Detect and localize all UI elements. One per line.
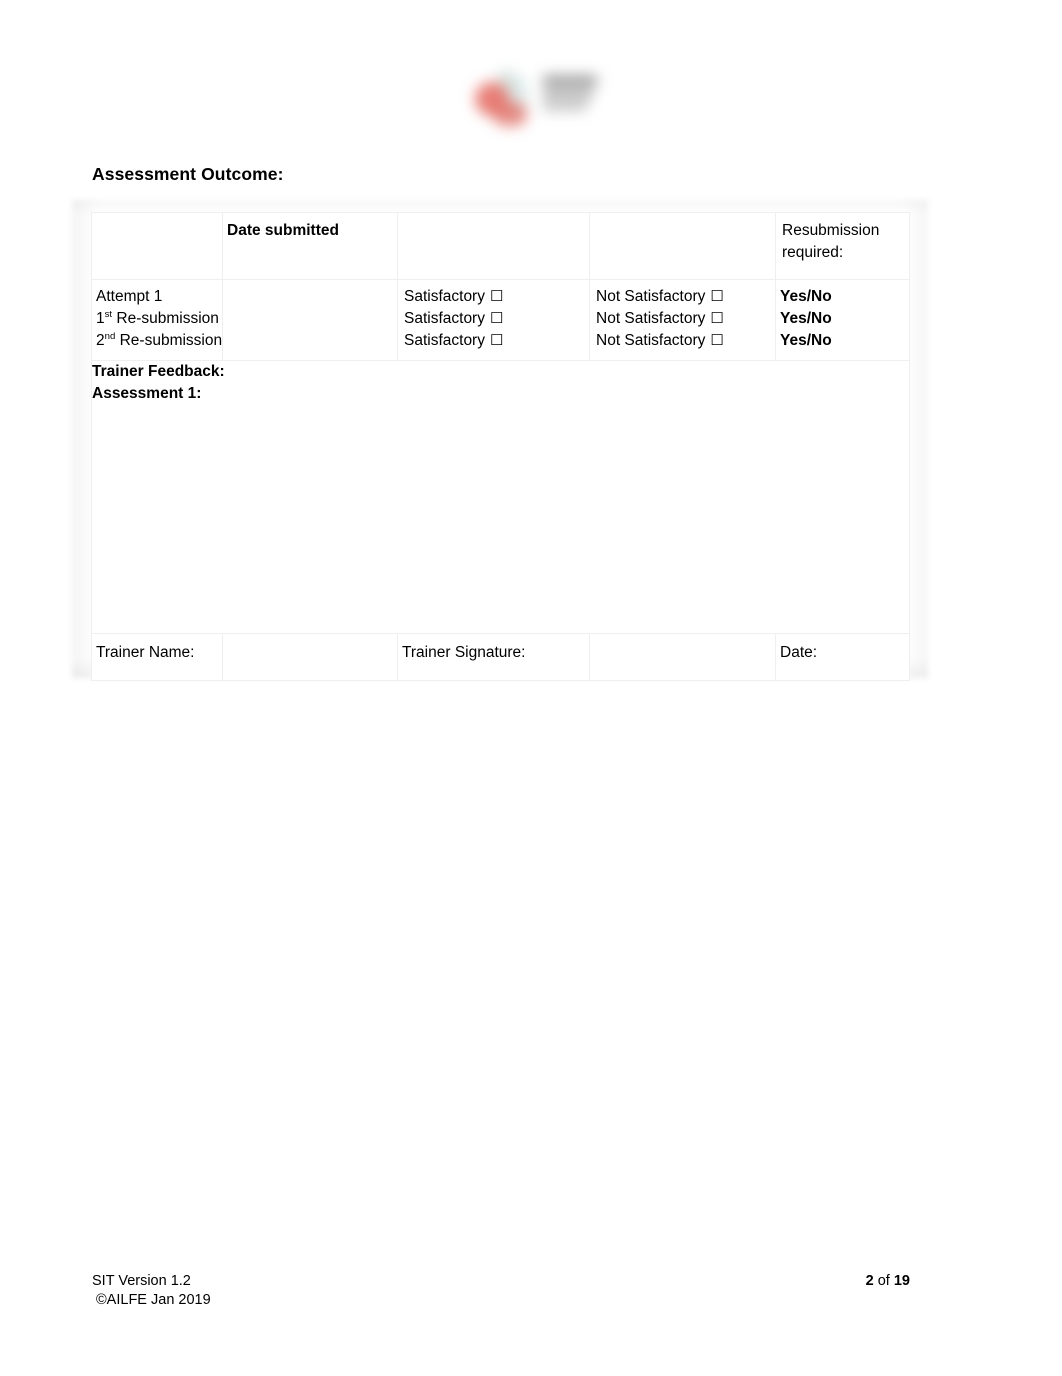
logo-blur-layer [455, 52, 615, 148]
cell-trainer-signature-value[interactable] [589, 633, 776, 681]
attempt-2-rest: Re-submission [112, 310, 219, 327]
cell-date-submitted-values[interactable] [222, 279, 398, 361]
satisfactory-label-1: Satisfactory [404, 288, 485, 305]
assessment-outcome-table: Date submitted Resubmission required: At… [91, 212, 910, 681]
page-title: Assessment Outcome: [92, 164, 284, 184]
satisfactory-option-1[interactable]: Satisfactory ☐ [404, 286, 585, 308]
header-cell-satisfactory [397, 212, 590, 280]
attempt-3-ordinal: 2 [96, 332, 105, 349]
cell-attempt-labels: Attempt 1 1st Re-submission 2nd Re-submi… [91, 279, 223, 361]
cell-trainer-name-label: Trainer Name: [91, 633, 223, 681]
satisfactory-checkbox-2[interactable]: ☐ [490, 308, 503, 329]
satisfactory-label-3: Satisfactory [404, 332, 485, 349]
header-cell-date-submitted: Date submitted [222, 212, 398, 280]
satisfactory-checkbox-1[interactable]: ☐ [490, 286, 503, 307]
footer-page-of: of [873, 1273, 894, 1289]
attempt-3-suffix: nd [104, 330, 116, 342]
cell-satisfactory-options: Satisfactory ☐ Satisfactory ☐ Satisfactory… [397, 279, 590, 361]
header-attempt-label [92, 213, 222, 220]
header-cell-not-satisfactory [589, 212, 776, 280]
footer-left: SIT Version 1.2 ©AILFE Jan 2019 [92, 1272, 211, 1309]
satisfactory-checkbox-3[interactable]: ☐ [490, 330, 503, 351]
trainer-name-label: Trainer Name: [96, 644, 195, 661]
header-not-satisfactory-label [590, 213, 775, 220]
not-satisfactory-option-3[interactable]: Not Satisfactory ☐ [596, 330, 771, 352]
organisation-logo [455, 52, 615, 148]
not-satisfactory-option-1[interactable]: Not Satisfactory ☐ [596, 286, 771, 308]
trainer-signature-input[interactable] [590, 634, 775, 668]
resubmission-value-3[interactable]: Yes/No [780, 330, 905, 352]
trainer-name-input[interactable] [223, 634, 397, 668]
footer-copyright: ©AILFE Jan 2019 [96, 1291, 211, 1308]
attempt-label-2: 1st Re-submission [96, 308, 219, 330]
table-signature-row: Trainer Name: Trainer Signature: Date: [91, 633, 910, 681]
header-cell-attempt [91, 212, 223, 280]
satisfactory-option-2[interactable]: Satisfactory ☐ [404, 308, 585, 330]
header-satisfactory-label [398, 213, 589, 220]
attempt-label-1: Attempt 1 [96, 288, 163, 305]
page-footer: SIT Version 1.2 ©AILFE Jan 2019 2 of 19 [92, 1272, 910, 1309]
not-satisfactory-label-2: Not Satisfactory [596, 310, 706, 327]
not-satisfactory-checkbox-1[interactable]: ☐ [710, 286, 723, 307]
date-submitted-value-2[interactable] [227, 309, 393, 331]
resubmission-value-1[interactable]: Yes/No [780, 286, 905, 308]
table-attempts-row: Attempt 1 1st Re-submission 2nd Re-submi… [91, 279, 910, 361]
assessment-number-label: Assessment 1: [92, 385, 202, 402]
resubmission-value-2[interactable]: Yes/No [780, 308, 905, 330]
table-header-row: Date submitted Resubmission required: [91, 212, 910, 280]
not-satisfactory-option-2[interactable]: Not Satisfactory ☐ [596, 308, 771, 330]
date-submitted-value-3[interactable] [227, 331, 393, 353]
not-satisfactory-label-1: Not Satisfactory [596, 288, 706, 305]
date-submitted-value-1[interactable] [227, 287, 393, 309]
cell-trainer-signature-label: Trainer Signature: [397, 633, 590, 681]
cell-date-label-and-value[interactable]: Date: [775, 633, 910, 681]
satisfactory-label-2: Satisfactory [404, 310, 485, 327]
cell-trainer-name-value[interactable] [222, 633, 398, 681]
attempt-label-3: 2nd Re-submission [96, 330, 222, 352]
logo-wordmark [543, 76, 601, 118]
trainer-feedback-cell[interactable]: Trainer Feedback: Assessment 1: [91, 360, 910, 634]
footer-page-total: 19 [893, 1273, 910, 1289]
cell-resubmission-values: Yes/No Yes/No Yes/No [775, 279, 910, 361]
table-feedback-row: Trainer Feedback: Assessment 1: [91, 360, 910, 634]
attempt-2-ordinal: 1 [96, 310, 105, 327]
footer-page-current: 2 [865, 1273, 874, 1289]
trainer-signature-label: Trainer Signature: [402, 644, 526, 661]
trainer-feedback-label: Trainer Feedback: [92, 363, 225, 380]
not-satisfactory-label-3: Not Satisfactory [596, 332, 706, 349]
footer-page-number: 2 of 19 [866, 1272, 910, 1291]
header-date-submitted-label: Date submitted [227, 222, 339, 239]
header-cell-resubmission: Resubmission required: [775, 212, 910, 280]
header-resubmission-label: Resubmission required: [782, 222, 880, 262]
satisfactory-option-3[interactable]: Satisfactory ☐ [404, 330, 585, 352]
footer-version: SIT Version 1.2 [92, 1273, 191, 1289]
date-label: Date: [780, 644, 818, 661]
not-satisfactory-checkbox-2[interactable]: ☐ [710, 308, 723, 329]
cell-not-satisfactory-options: Not Satisfactory ☐ Not Satisfactory ☐ Not … [589, 279, 776, 361]
attempt-3-rest: Re-submission [115, 332, 223, 349]
logo-mark-icon [473, 68, 535, 130]
not-satisfactory-checkbox-3[interactable]: ☐ [710, 330, 723, 351]
attempt-2-suffix: st [104, 308, 113, 320]
